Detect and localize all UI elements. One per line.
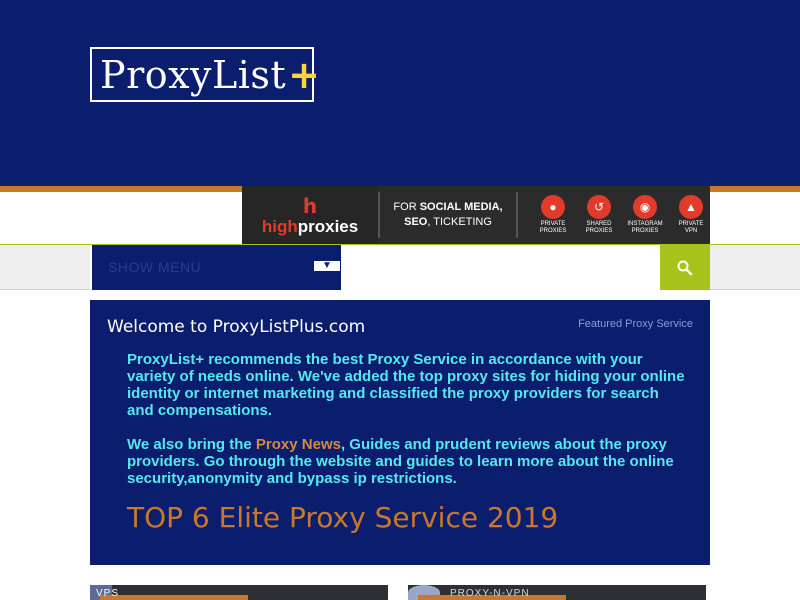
site-logo[interactable]: ProxyList +: [90, 47, 320, 102]
service-card-1[interactable]: VPS: [90, 585, 388, 600]
ad-icon-label: Private Proxies: [539, 221, 567, 234]
ad-tagline: FOR SOCIAL MEDIA, SEO, TICKETING: [380, 200, 516, 230]
shield-icon: ▲: [679, 195, 703, 219]
welcome-body: ProxyList+ recommends the best Proxy Ser…: [127, 351, 687, 504]
news-paragraph-prefix: We also bring the: [127, 436, 256, 453]
ad-brand: h highproxies: [242, 186, 379, 244]
logo-plus: +: [288, 52, 321, 97]
ad-private-vpn[interactable]: ▲ Private VPN: [672, 195, 710, 235]
show-menu-label: SHOW MENU: [108, 259, 202, 275]
search-icon: [677, 260, 693, 275]
highproxies-logo-icon: h: [302, 193, 318, 218]
highproxies-ad-banner[interactable]: h highproxies FOR SOCIAL MEDIA, SEO, TIC…: [242, 186, 710, 244]
chevron-down-icon: ▼: [314, 261, 340, 271]
share-icon: ↺: [587, 195, 611, 219]
ad-tagline-prefix: FOR: [393, 201, 420, 213]
ad-brand-name-high: high: [261, 216, 298, 236]
proxy-news-link[interactable]: Proxy News: [256, 436, 341, 453]
ad-shared-proxies[interactable]: ↺ Shared Proxies: [580, 195, 618, 235]
show-menu-toggle[interactable]: SHOW MENU ▼: [90, 245, 340, 290]
ad-tagline-bold-1: SOCIAL MEDIA,: [419, 201, 503, 213]
welcome-title: Welcome to ProxyListPlus.com: [107, 317, 366, 337]
ad-icons: ● Private Proxies ↺ Shared Proxies ◉ Ins…: [518, 195, 710, 235]
ad-instagram-proxies[interactable]: ◉ Instagram Proxies: [626, 195, 664, 235]
lock-icon: ●: [541, 195, 565, 219]
ad-tagline-bold-2: SEO: [404, 216, 428, 228]
logo-text: ProxyList: [100, 52, 287, 97]
welcome-section: Welcome to ProxyListPlus.com Featured Pr…: [90, 300, 710, 565]
service-card-2[interactable]: PROXY-N-VPN: [408, 585, 706, 600]
ad-tagline-suffix: , TICKETING: [427, 216, 492, 228]
ad-icon-label: Instagram Proxies: [627, 221, 663, 234]
search-button[interactable]: [660, 245, 710, 290]
card-title: PROXY-N-VPN: [450, 588, 530, 599]
ad-brand-name-proxies: proxies: [297, 216, 359, 236]
ad-brand-name: highproxies: [262, 218, 358, 235]
camera-icon: ◉: [633, 195, 657, 219]
ad-icon-label: Private VPN: [678, 221, 704, 234]
top-services-heading: TOP 6 Elite Proxy Service 2019: [127, 501, 559, 534]
ad-private-proxies[interactable]: ● Private Proxies: [534, 195, 572, 235]
intro-paragraph: ProxyList+ recommends the best Proxy Ser…: [127, 351, 685, 419]
card-tab: [100, 595, 248, 600]
news-paragraph: We also bring the Proxy News, Guides and…: [127, 436, 687, 487]
search-input[interactable]: [340, 245, 660, 290]
ad-icon-label: Shared Proxies: [585, 221, 613, 234]
card-title: VPS: [96, 588, 120, 599]
featured-proxy-label[interactable]: Featured Proxy Service: [578, 318, 693, 330]
